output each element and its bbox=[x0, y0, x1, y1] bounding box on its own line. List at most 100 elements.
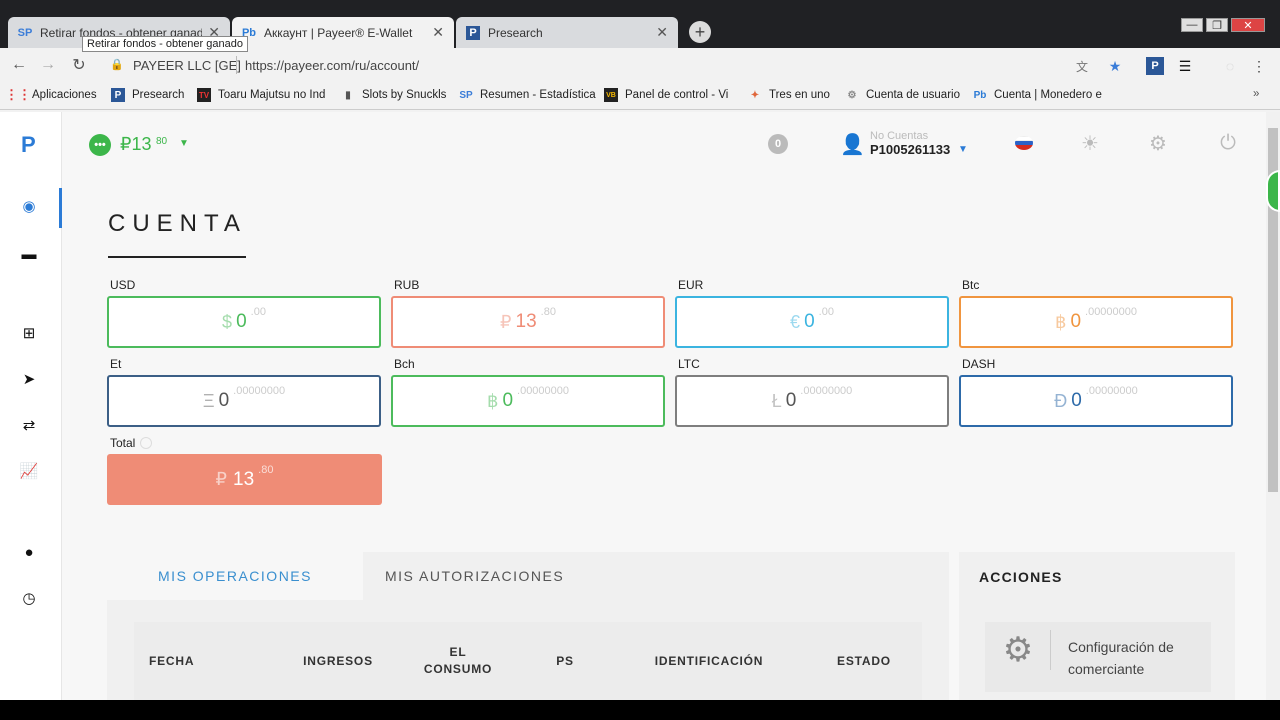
reload-icon[interactable]: ↻ bbox=[69, 55, 89, 75]
top-bar: ••• ₽13 80 ▼ 0 👤 No Cuentas P1005261133 … bbox=[62, 112, 1266, 174]
payeer-logo[interactable]: P bbox=[21, 132, 36, 158]
history-clock-icon[interactable]: ◷ bbox=[20, 589, 38, 607]
sidebar-active-indicator bbox=[59, 188, 62, 228]
actions-title: ACCIONES bbox=[979, 569, 1063, 585]
bookmark-presearch[interactable]: P Presearch bbox=[111, 88, 184, 102]
brightness-icon[interactable]: ☀ bbox=[1079, 132, 1101, 155]
wallet-usd[interactable]: $ 0 .00 bbox=[107, 296, 381, 348]
maximize-icon[interactable]: ❐ bbox=[1206, 18, 1228, 32]
column-el-consumo[interactable]: EL CONSUMO bbox=[418, 644, 498, 678]
wallet-amount: 0 bbox=[236, 311, 247, 332]
bookmark-cuenta-usuario[interactable]: ⚙ Cuenta de usuario bbox=[845, 88, 960, 102]
wallet-decimals: .00000000 bbox=[1085, 385, 1138, 397]
wallet-amount: 0 bbox=[502, 390, 514, 411]
chart-icon[interactable]: 📈 bbox=[20, 462, 39, 480]
vb-icon: VB bbox=[604, 88, 618, 102]
wallet-bch[interactable]: ฿ 0 .00000000 bbox=[391, 375, 665, 427]
close-tab-icon[interactable]: ✕ bbox=[656, 24, 668, 41]
column-ps[interactable]: PS bbox=[540, 654, 590, 668]
new-tab-plus-icon[interactable]: + bbox=[689, 21, 711, 43]
wallet-eth[interactable]: Ξ 0 .00000000 bbox=[107, 375, 381, 427]
page-content: P ◉ ▬ ⊞ ➤ ⇄ 📈 ● ◷ ••• ₽13 80 ▼ 0 👤 No Cu… bbox=[0, 112, 1266, 700]
wallet-dash[interactable]: Đ 0 .00000000 bbox=[959, 375, 1233, 427]
column-fecha[interactable]: FECHA bbox=[149, 654, 209, 668]
tv-icon: TV bbox=[197, 88, 211, 102]
bookmarks-overflow-icon[interactable]: » bbox=[1253, 88, 1259, 100]
column-estado[interactable]: ESTADO bbox=[829, 654, 899, 668]
column-identificacion[interactable]: IDENTIFICACIÓN bbox=[644, 654, 774, 668]
dashboard-icon[interactable]: ◉ bbox=[20, 197, 38, 215]
wallet-ltc[interactable]: Ł 0 .00000000 bbox=[675, 375, 949, 427]
merchant-divider bbox=[1050, 630, 1051, 670]
forward-arrow-icon[interactable]: → bbox=[38, 55, 58, 75]
user-icon[interactable]: 👤 bbox=[840, 132, 865, 157]
title-underline bbox=[108, 256, 246, 258]
balance-menu-icon[interactable]: ••• bbox=[89, 134, 111, 156]
chat-icon[interactable]: ● bbox=[20, 543, 38, 561]
total-amount: 13 bbox=[233, 468, 255, 490]
account-number[interactable]: P1005261133 bbox=[870, 142, 950, 157]
extension-icon[interactable]: ☰ bbox=[1176, 57, 1194, 75]
merchant-gear-icon: ⚙ bbox=[1002, 631, 1034, 669]
back-arrow-icon[interactable]: ← bbox=[9, 55, 29, 75]
bookmark-slots[interactable]: ▮ Slots by Snuckls bbox=[341, 88, 446, 102]
tab-tooltip: Retirar fondos - obtener ganado bbox=[82, 36, 248, 52]
bookmark-cuenta-monedero[interactable]: Pb Cuenta | Monedero e bbox=[973, 88, 1102, 102]
wallet-decimals: .00000000 bbox=[800, 385, 853, 397]
presearch-favicon-icon: P bbox=[466, 25, 480, 40]
power-logout-icon[interactable]: ⏻ bbox=[1217, 132, 1239, 154]
tab-mis-autorizaciones[interactable]: MIS AUTORIZACIONES bbox=[385, 552, 564, 600]
payeer-icon: Pb bbox=[973, 89, 987, 101]
exchange-icon[interactable]: ⇄ bbox=[20, 416, 38, 434]
taskbar bbox=[0, 700, 1280, 720]
bookmark-label: Cuenta de usuario bbox=[866, 89, 960, 101]
bookmark-resumen[interactable]: SP Resumen - Estadística bbox=[459, 88, 596, 102]
merchant-settings-label[interactable]: Configuración de comerciante bbox=[1068, 636, 1208, 680]
wallet-label-btc: Btc bbox=[962, 278, 980, 292]
url-input[interactable]: https://payeer.com/ru/account/ bbox=[245, 58, 419, 73]
currency-symbol: ₽ bbox=[215, 469, 227, 489]
currency-symbol: € bbox=[790, 311, 801, 332]
sidebar: P ◉ ▬ ⊞ ➤ ⇄ 📈 ● ◷ bbox=[0, 112, 62, 700]
bookmark-label: Resumen - Estadística bbox=[480, 89, 596, 101]
account-dropdown-icon[interactable]: ▼ bbox=[958, 144, 968, 155]
wallet-btc[interactable]: ฿ 0 .00000000 bbox=[959, 296, 1233, 348]
extension-gray-icon[interactable]: ◌ bbox=[1221, 57, 1239, 75]
wallet-label-eur: EUR bbox=[678, 278, 704, 292]
tab-presearch[interactable]: P Presearch ✕ bbox=[456, 17, 678, 48]
column-ingresos[interactable]: INGRESOS bbox=[298, 654, 378, 668]
send-icon[interactable]: ➤ bbox=[20, 370, 38, 388]
translate-icon[interactable]: 文 bbox=[1073, 57, 1091, 75]
browser-menu-icon[interactable]: ⋮ bbox=[1250, 57, 1268, 75]
balance-amount[interactable]: ₽13 bbox=[120, 134, 151, 155]
wallet-label-bch: Bch bbox=[394, 357, 415, 371]
wallet-rub[interactable]: ₽ 13 .80 bbox=[391, 296, 665, 348]
bookmark-star-icon[interactable]: ★ bbox=[1106, 57, 1124, 75]
tab-payeer-account[interactable]: Pb Аккаунт | Payeer® E-Wallet ✕ bbox=[232, 17, 454, 48]
total-info-icon[interactable] bbox=[140, 437, 152, 449]
add-funds-icon[interactable]: ⊞ bbox=[20, 324, 38, 342]
balance-dropdown-icon[interactable]: ▼ bbox=[179, 138, 189, 149]
bookmark-label: Panel de control - Vi bbox=[625, 89, 729, 101]
side-widget-tab[interactable] bbox=[1266, 170, 1280, 212]
close-window-icon[interactable]: ✕ bbox=[1231, 18, 1265, 32]
user-account-icon: ⚙ bbox=[847, 89, 857, 101]
bookmark-toaru[interactable]: TV Toaru Majutsu no Ind bbox=[197, 88, 325, 102]
close-tab-icon[interactable]: ✕ bbox=[432, 24, 444, 41]
bookmark-panel-control[interactable]: VB Panel de control - Vi bbox=[604, 88, 728, 102]
wallet-eur[interactable]: € 0 .00 bbox=[675, 296, 949, 348]
wallet-label-rub: RUB bbox=[394, 278, 420, 292]
site-identity[interactable]: PAYEER LLC [GE] bbox=[133, 58, 241, 73]
notifications-badge[interactable]: 0 bbox=[768, 134, 788, 154]
total-decimals: .80 bbox=[258, 463, 274, 476]
card-icon[interactable]: ▬ bbox=[20, 245, 38, 263]
lock-icon[interactable]: 🔒 bbox=[110, 58, 124, 71]
bookmark-tres-en-uno[interactable]: ✦ Tres en uno bbox=[748, 88, 830, 102]
currency-symbol: $ bbox=[222, 311, 233, 332]
russia-flag-icon[interactable] bbox=[1015, 136, 1033, 150]
minimize-icon[interactable]: — bbox=[1181, 18, 1203, 32]
presearch-extension-icon[interactable]: P bbox=[1146, 57, 1164, 75]
bookmark-aplicaciones[interactable]: ⋮⋮ Aplicaciones bbox=[5, 87, 97, 102]
tab-mis-operaciones[interactable]: MIS OPERACIONES bbox=[107, 552, 363, 600]
settings-gear-icon[interactable]: ⚙ bbox=[1147, 132, 1169, 155]
